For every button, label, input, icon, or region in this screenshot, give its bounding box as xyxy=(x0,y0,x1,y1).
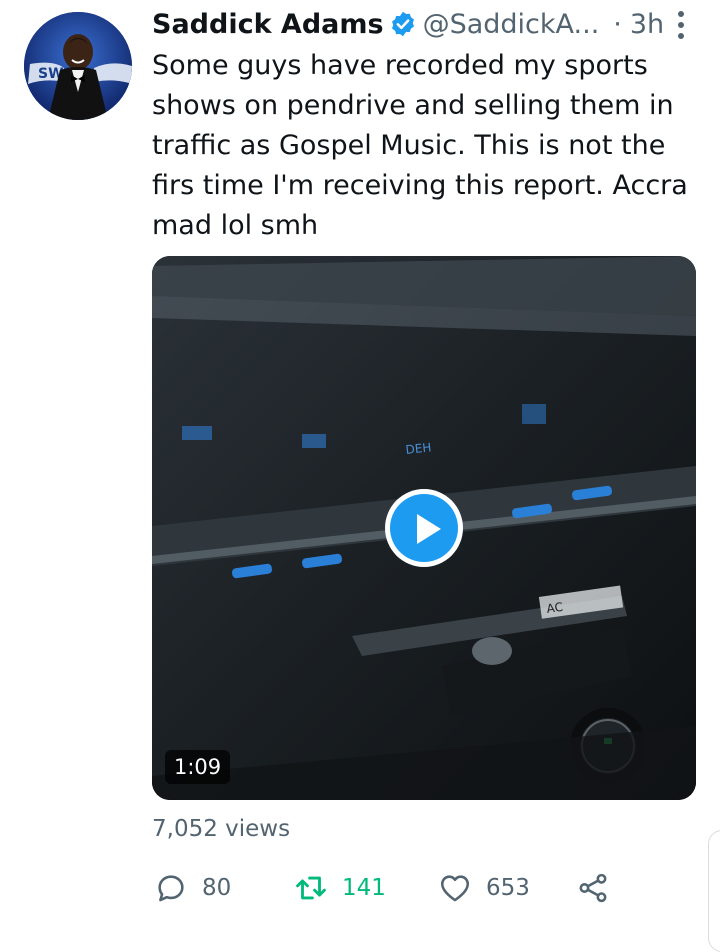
action-bar: 80 141 653 xyxy=(152,866,632,910)
play-icon xyxy=(390,494,458,562)
reply-icon xyxy=(158,875,184,902)
like-count: 653 xyxy=(486,875,530,901)
video-duration: 1:09 xyxy=(165,750,231,784)
retweet-button[interactable]: 141 xyxy=(294,866,386,910)
like-icon xyxy=(440,875,470,902)
author-name[interactable]: Saddick Adams xyxy=(152,9,384,40)
frame-label-ac: AC xyxy=(546,600,564,616)
retweet-icon xyxy=(296,876,326,900)
author-handle[interactable]: @SaddickA... xyxy=(423,9,600,40)
tweet-header: Saddick Adams @SaddickA... · 3h xyxy=(152,2,690,46)
retweet-count: 141 xyxy=(342,875,386,901)
avatar[interactable]: SWAG xyxy=(24,12,132,120)
video-player[interactable]: DEH AC 1:09 xyxy=(152,256,696,800)
avatar-image: SWAG xyxy=(24,12,132,120)
share-button[interactable] xyxy=(576,866,624,910)
share-icon xyxy=(579,873,607,903)
like-button[interactable]: 653 xyxy=(438,866,530,910)
timestamp[interactable]: 3h xyxy=(630,9,664,40)
verified-badge-icon xyxy=(391,11,414,37)
adjacent-card-edge xyxy=(708,830,720,952)
tweet-text: Some guys have recorded my sports shows … xyxy=(152,50,688,241)
reply-button[interactable]: 80 xyxy=(154,866,231,910)
play-button[interactable] xyxy=(385,489,463,567)
reply-count: 80 xyxy=(202,875,232,901)
more-icon[interactable] xyxy=(676,10,686,40)
separator-dot: · xyxy=(613,8,622,40)
view-count: 7,052 views xyxy=(152,816,291,842)
frame-label-deh: DEH xyxy=(405,440,432,457)
